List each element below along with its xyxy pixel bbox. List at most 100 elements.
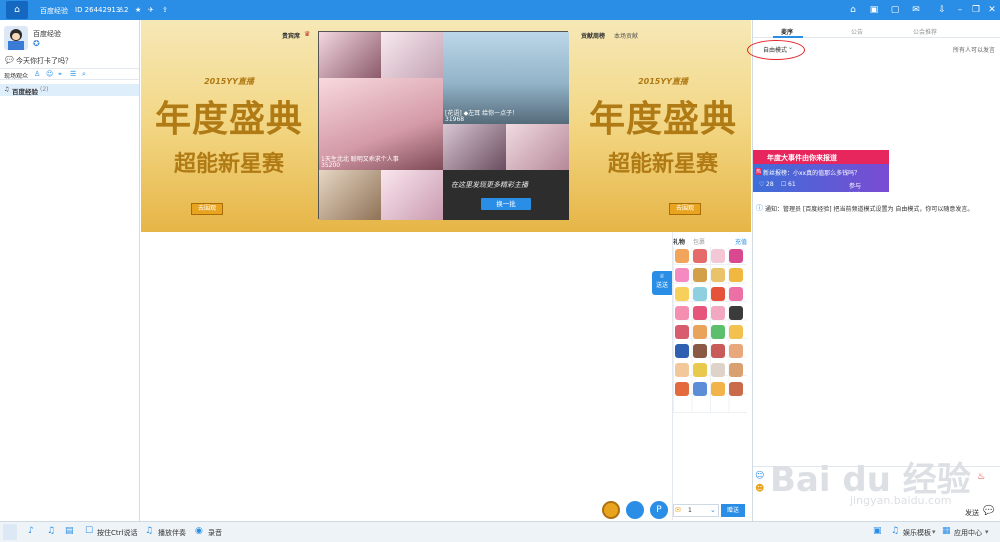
microphone-icon[interactable]: ♫: [47, 526, 55, 536]
gift-item[interactable]: [693, 344, 707, 358]
streamer-card[interactable]: [花语] ◆左耳 给你一点子！ 31968: [443, 32, 569, 124]
gift-item[interactable]: [693, 363, 707, 377]
emoji-icon[interactable]: ☺: [755, 471, 764, 481]
left-watch-button[interactable]: 去围观: [191, 203, 223, 215]
gift-item[interactable]: [693, 325, 707, 339]
window-icon[interactable]: ▢: [888, 3, 902, 17]
gift-item[interactable]: [675, 363, 689, 377]
close-icon[interactable]: ✕: [986, 3, 998, 17]
ctrl-talk-label[interactable]: 按住Ctrl说话: [97, 528, 137, 538]
entertainment-label[interactable]: 娱乐模板: [903, 528, 931, 538]
streamer-thumb[interactable]: [319, 170, 381, 220]
right-watch-button[interactable]: 去围观: [669, 203, 701, 215]
gift-item[interactable]: [729, 363, 743, 377]
tab-queue[interactable]: 麦序: [781, 27, 793, 36]
streamer-thumb[interactable]: [319, 32, 381, 78]
gift-item[interactable]: [711, 306, 725, 320]
fortune-icon[interactable]: [602, 501, 620, 519]
streamer-thumb[interactable]: [443, 124, 506, 170]
send-button[interactable]: 发送: [965, 508, 979, 518]
send-gift-tab[interactable]: ♕ 送送: [652, 271, 672, 295]
gift-item[interactable]: [729, 306, 743, 320]
checkbox-icon[interactable]: ☐: [85, 526, 93, 536]
gift-item[interactable]: [729, 249, 743, 263]
list-icon[interactable]: ☰: [70, 70, 76, 78]
message-icon[interactable]: ✉: [909, 3, 923, 17]
gift-item[interactable]: [693, 306, 707, 320]
plane-icon[interactable]: ✈: [148, 6, 154, 14]
speaker-icon[interactable]: ♪: [28, 526, 34, 536]
contacts-icon[interactable]: ▣: [867, 3, 881, 17]
gift-item[interactable]: [675, 344, 689, 358]
music-label[interactable]: 播放伴奏: [158, 528, 186, 538]
gift-item[interactable]: [711, 382, 725, 396]
event-ad[interactable]: 年度大事件由你来报道 热 新丝报榜：小xx真的值那么多钱吗？ ♡ 28 ☐ 61…: [753, 150, 889, 206]
home-icon[interactable]: ⌂: [846, 3, 860, 17]
gift-item[interactable]: [711, 249, 725, 263]
user-icon[interactable]: ♙: [34, 70, 40, 78]
gift-item[interactable]: [711, 363, 725, 377]
settings-icon[interactable]: ▤: [65, 526, 74, 536]
gift-item[interactable]: [729, 344, 743, 358]
gift-item[interactable]: [675, 287, 689, 301]
group-icon[interactable]: ☺: [46, 70, 53, 78]
user-status[interactable]: 今天你打卡了吗？: [16, 56, 72, 66]
record-icon[interactable]: ◉: [195, 526, 203, 536]
streamer-thumb[interactable]: [381, 170, 443, 220]
chevron-down-icon[interactable]: ▾: [985, 528, 989, 536]
gift-item[interactable]: [729, 287, 743, 301]
cloud-icon[interactable]: [626, 501, 644, 519]
streamer-thumb[interactable]: [381, 32, 443, 78]
streamer-thumb[interactable]: [506, 124, 569, 170]
avatar[interactable]: [4, 26, 28, 50]
channel-row[interactable]: ♫ 百度经验 (2): [0, 84, 139, 96]
gift-item[interactable]: [693, 268, 707, 282]
gift-item[interactable]: [693, 249, 707, 263]
gift-item[interactable]: [675, 306, 689, 320]
record-label[interactable]: 录音: [208, 528, 222, 538]
home-logo-icon[interactable]: ⌂: [6, 1, 28, 19]
mini-avatar[interactable]: [3, 524, 17, 540]
join-link[interactable]: 参与讨论>>: [849, 181, 861, 206]
refresh-button[interactable]: 换一批: [481, 198, 531, 210]
music-icon[interactable]: ♫: [145, 526, 153, 536]
tab-announcement[interactable]: 公告: [851, 27, 863, 36]
gift-item[interactable]: [675, 268, 689, 282]
chevron-down-icon[interactable]: ⌄: [710, 506, 716, 514]
recharge-link[interactable]: 充值: [735, 237, 747, 246]
give-button[interactable]: 赠送: [721, 504, 745, 517]
app-center-label[interactable]: 应用中心: [954, 528, 982, 538]
restore-icon[interactable]: ❐: [970, 3, 982, 17]
p-icon[interactable]: P: [650, 501, 668, 519]
app-grid-icon[interactable]: ▦: [942, 526, 951, 536]
tab-guild[interactable]: 公会推荐: [913, 27, 937, 36]
template-icon[interactable]: ♫: [891, 526, 899, 536]
mic-icon[interactable]: ♨: [977, 472, 985, 482]
gift-tab[interactable]: 礼物: [673, 237, 685, 246]
share-icon[interactable]: ⇪: [162, 6, 168, 14]
chevron-down-icon[interactable]: ▾: [932, 528, 936, 536]
streamer-card[interactable]: 1天生北北 聪明又乖求个人事 35200: [319, 78, 443, 170]
gift-item[interactable]: [711, 268, 725, 282]
gift-item[interactable]: [675, 249, 689, 263]
gift-item[interactable]: [711, 344, 725, 358]
location-icon[interactable]: ⌖: [58, 70, 62, 79]
smile-icon[interactable]: ☻: [755, 484, 764, 494]
pack-tab[interactable]: 包裹: [693, 237, 705, 246]
download-icon[interactable]: ⇩: [936, 3, 948, 17]
gift-item[interactable]: [675, 382, 689, 396]
gift-item[interactable]: [675, 325, 689, 339]
gift-item[interactable]: [693, 382, 707, 396]
quantity-stepper[interactable]: ✉ 1 ⌄: [673, 504, 719, 517]
search-icon[interactable]: ⌕: [82, 70, 86, 79]
gift-item[interactable]: [711, 287, 725, 301]
screen-icon[interactable]: ▣: [873, 526, 882, 536]
gift-item[interactable]: [693, 287, 707, 301]
gift-item[interactable]: [729, 268, 743, 282]
chat-bubble-icon[interactable]: 💬: [983, 506, 994, 516]
gift-item[interactable]: [729, 382, 743, 396]
minimize-icon[interactable]: –: [954, 3, 966, 17]
star-icon[interactable]: ★: [135, 6, 141, 14]
gift-item[interactable]: [729, 325, 743, 339]
gift-item[interactable]: [711, 325, 725, 339]
